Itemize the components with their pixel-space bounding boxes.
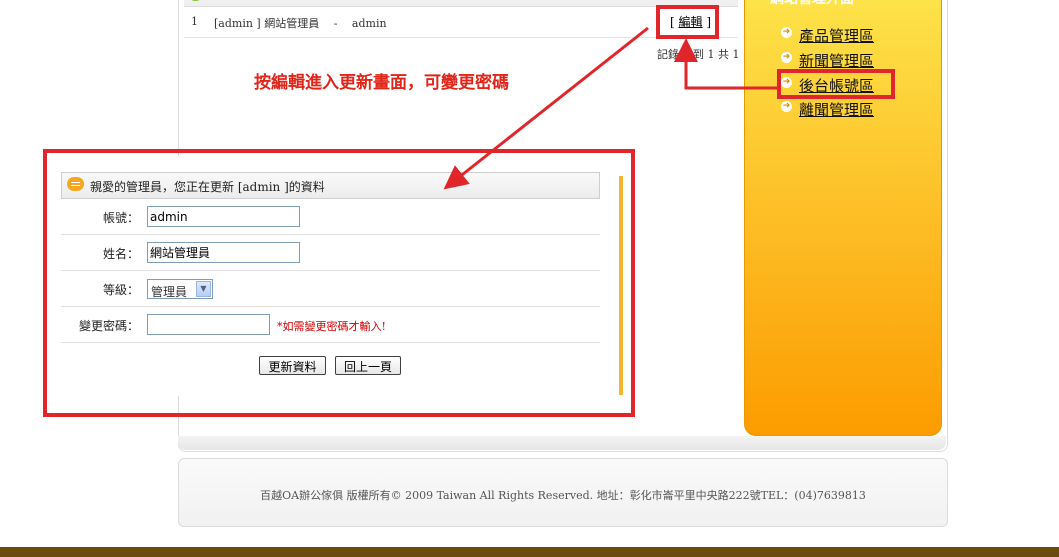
arrow-to-edit [674, 38, 778, 90]
arrow-to-form [443, 26, 649, 190]
annotation-arrows [443, 26, 778, 190]
